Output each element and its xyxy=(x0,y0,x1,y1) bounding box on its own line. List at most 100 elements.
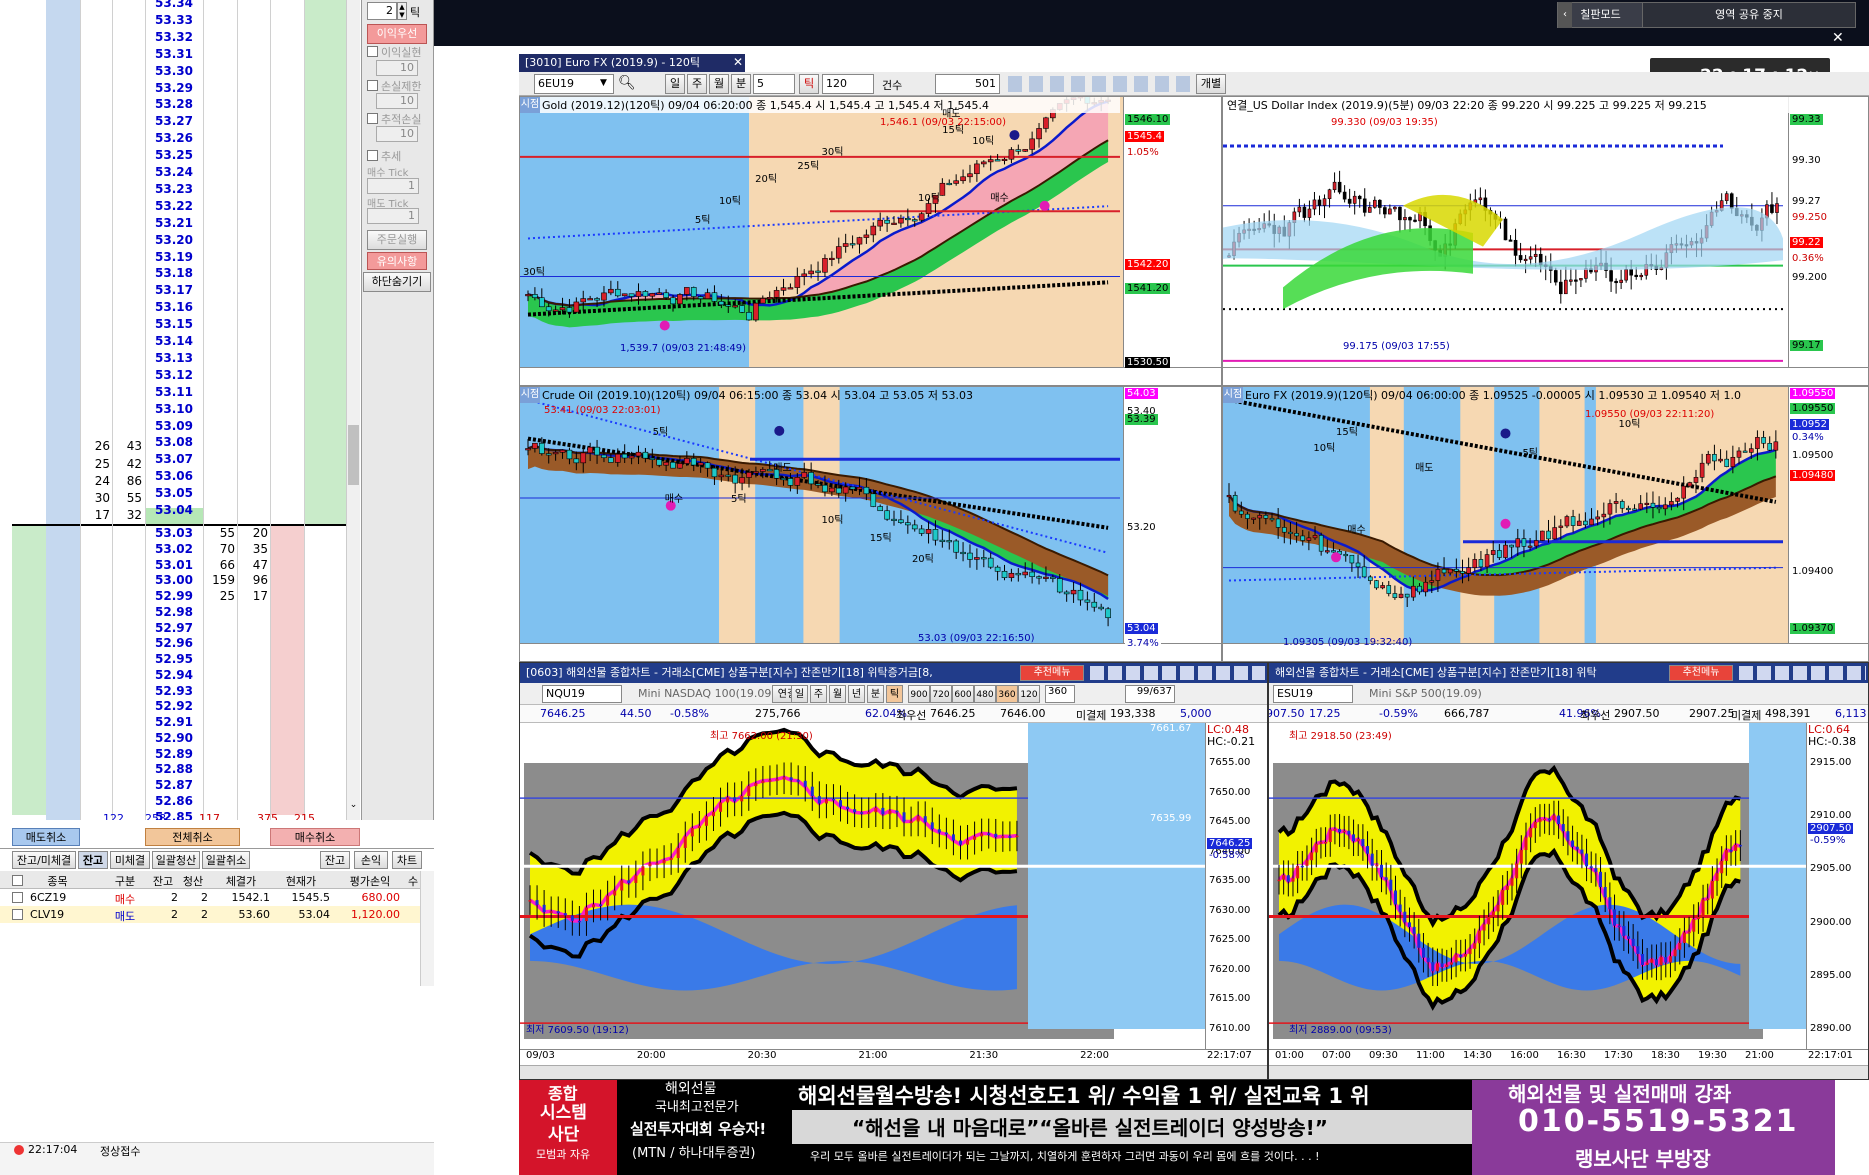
price-axis[interactable] xyxy=(1123,387,1221,643)
row-checkbox[interactable] xyxy=(12,892,23,903)
ask-price-cell[interactable]: 53.26 xyxy=(145,131,203,145)
share-stop-button[interactable]: 영역 공유 중지 xyxy=(1642,2,1856,28)
buy-tick-val[interactable]: 1 xyxy=(367,178,419,194)
bid-price-cell[interactable]: 52.93 xyxy=(145,684,203,698)
ask-price-cell[interactable]: 53.33 xyxy=(145,13,203,27)
positions-scrollbar[interactable] xyxy=(420,871,434,986)
position-tab[interactable]: 일괄취소 xyxy=(202,851,250,869)
ask-price-cell[interactable]: 53.29 xyxy=(145,81,203,95)
ask-price-cell[interactable]: 53.07 xyxy=(145,452,203,466)
ask-price-cell[interactable]: 53.23 xyxy=(145,182,203,196)
ask-qty-cell[interactable]: 32 xyxy=(112,508,142,522)
header-checkbox[interactable] xyxy=(12,875,23,886)
mode-arrow-icon[interactable]: ‹ xyxy=(1558,2,1572,28)
bid-qty-cell[interactable]: 25 xyxy=(203,589,235,603)
ask-price-cell[interactable]: 53.14 xyxy=(145,334,203,348)
ask-price-cell[interactable]: 53.08 xyxy=(145,435,203,449)
bid-price-cell[interactable]: 52.87 xyxy=(145,778,203,792)
time-axis[interactable] xyxy=(520,643,1221,661)
crude-chart[interactable]: 시점 Crude Oil (2019.10)(120틱) 09/04 06:15:… xyxy=(519,386,1222,662)
toolbar-icons[interactable] xyxy=(1008,76,1198,92)
nasdaq_window-window-buttons[interactable] xyxy=(1090,666,1265,680)
nasdaq_window-time-axis[interactable] xyxy=(520,1049,1267,1065)
ask-price-cell[interactable]: 53.15 xyxy=(145,317,203,331)
cancel-buy-button[interactable]: 매수취소 xyxy=(270,828,360,846)
sell-tick-val[interactable]: 1 xyxy=(367,208,419,224)
ask-qty-cell[interactable]: 43 xyxy=(112,439,142,453)
hide-bottom-button[interactable]: 하단숨기기 xyxy=(363,272,431,292)
position-right-tab[interactable]: 손익 xyxy=(354,851,388,869)
nq-period-button[interactable]: 월 xyxy=(829,685,846,703)
bid-price-cell[interactable]: 53.02 xyxy=(145,542,203,556)
position-tab[interactable]: 일괄청산 xyxy=(152,851,200,869)
nq-interval-button[interactable]: 120 xyxy=(1018,685,1040,703)
ask-price-cell[interactable]: 53.25 xyxy=(145,148,203,162)
nq-interval-button[interactable]: 480 xyxy=(974,685,996,703)
add-checkbox[interactable] xyxy=(367,150,378,161)
ask-price-cell[interactable]: 53.17 xyxy=(145,283,203,297)
nasdaq_window-recommend[interactable]: 추천메뉴 xyxy=(1020,665,1084,681)
sp_window-symbol-input[interactable]: ESU19 xyxy=(1273,685,1353,703)
positions-header[interactable]: 잔고 xyxy=(148,873,178,889)
ask-price-cell[interactable]: 53.31 xyxy=(145,47,203,61)
bid-qty-cell[interactable]: 159 xyxy=(203,573,235,587)
position-tab[interactable]: 잔고/미체결 xyxy=(12,851,76,869)
sp_window-window-buttons[interactable] xyxy=(1739,666,1866,680)
row-checkbox[interactable] xyxy=(12,909,23,920)
euro-chart[interactable]: 시점 Euro FX (2019.9)(120틱) 09/04 06:00:00 … xyxy=(1222,386,1869,662)
ask-price-cell[interactable]: 53.12 xyxy=(145,368,203,382)
gold-chart[interactable]: 시점 Gold (2019.12)(120틱) 09/04 06:20:00 종 … xyxy=(519,96,1222,386)
bid-price-cell[interactable]: 52.86 xyxy=(145,794,203,808)
nq-interval-button[interactable]: 600 xyxy=(952,685,974,703)
nq-interval-button[interactable]: 360 xyxy=(996,685,1018,703)
nq-period-button[interactable]: 틱 xyxy=(886,685,903,703)
ask-price-cell[interactable]: 53.16 xyxy=(145,300,203,314)
period-button[interactable]: 월 xyxy=(709,74,729,94)
ask-qty-cell[interactable]: 42 xyxy=(112,457,142,471)
bid-price-cell[interactable]: 52.96 xyxy=(145,636,203,650)
bid-price-cell[interactable]: 52.95 xyxy=(145,652,203,666)
bid-price-cell[interactable]: 52.92 xyxy=(145,699,203,713)
symbol-dropdown-icon[interactable]: ▼ xyxy=(600,78,607,88)
profit-first-button[interactable]: 이익우선 xyxy=(367,24,427,44)
bid-price-cell[interactable]: 52.97 xyxy=(145,621,203,635)
bid-price-cell[interactable]: 52.88 xyxy=(145,762,203,776)
period-button[interactable]: 분 xyxy=(731,74,751,94)
ask-price-cell[interactable]: 53.28 xyxy=(145,97,203,111)
bid-price-cell[interactable]: 52.98 xyxy=(145,605,203,619)
loss-val[interactable]: 10 xyxy=(376,93,418,109)
positions-header[interactable]: 구분 xyxy=(105,873,145,889)
nq-period-button[interactable]: 년 xyxy=(848,685,865,703)
ask-price-cell[interactable]: 53.05 xyxy=(145,486,203,500)
bid-price-cell[interactable]: 53.03 xyxy=(145,526,203,540)
ask-price-cell[interactable]: 53.30 xyxy=(145,64,203,78)
nasdaq_window-symbol-input[interactable]: NQU19 xyxy=(542,685,622,703)
ask-price-cell[interactable]: 53.34 xyxy=(145,0,203,10)
nq-period-button[interactable]: 주 xyxy=(810,685,827,703)
bid-price-cell[interactable]: 52.89 xyxy=(145,747,203,761)
bid-price-cell[interactable]: 53.01 xyxy=(145,558,203,572)
ask-price-cell[interactable]: 53.21 xyxy=(145,216,203,230)
bid-price-cell[interactable]: 52.90 xyxy=(145,731,203,745)
positions-header[interactable]: 평가손익 xyxy=(330,873,410,889)
tick-button[interactable]: 틱 xyxy=(799,74,819,94)
notice-button[interactable]: 유의사항 xyxy=(367,252,427,270)
trail-loss-checkbox[interactable] xyxy=(367,113,378,124)
price-axis[interactable] xyxy=(1788,97,1868,367)
ask-price-cell[interactable]: 53.18 xyxy=(145,266,203,280)
position-right-tab[interactable]: 잔고 xyxy=(320,851,350,869)
ask-price-cell[interactable]: 53.11 xyxy=(145,385,203,399)
dollar-chart[interactable]: 연결_US Dollar Index (2019.9)(5분) 09/03 22… xyxy=(1222,96,1869,386)
profit-val[interactable]: 10 xyxy=(376,60,418,76)
individual-button[interactable]: 개별 xyxy=(1196,74,1226,94)
nq-interval-button[interactable]: 900 xyxy=(908,685,930,703)
profit-realize-checkbox[interactable] xyxy=(367,46,378,57)
scroll-thumb[interactable] xyxy=(348,425,359,485)
order-exec-button[interactable]: 주문실행 xyxy=(367,230,427,250)
period-button[interactable]: 일 xyxy=(665,74,685,94)
sp_window-price-axis[interactable] xyxy=(1806,723,1868,1049)
nq-count-input[interactable]: 99/637 xyxy=(1125,685,1175,703)
bid-qty-cell[interactable]: 66 xyxy=(203,558,235,572)
ladder-scrollbar[interactable]: ⌄ xyxy=(346,0,360,820)
count-input[interactable]: 501 xyxy=(935,74,1000,94)
